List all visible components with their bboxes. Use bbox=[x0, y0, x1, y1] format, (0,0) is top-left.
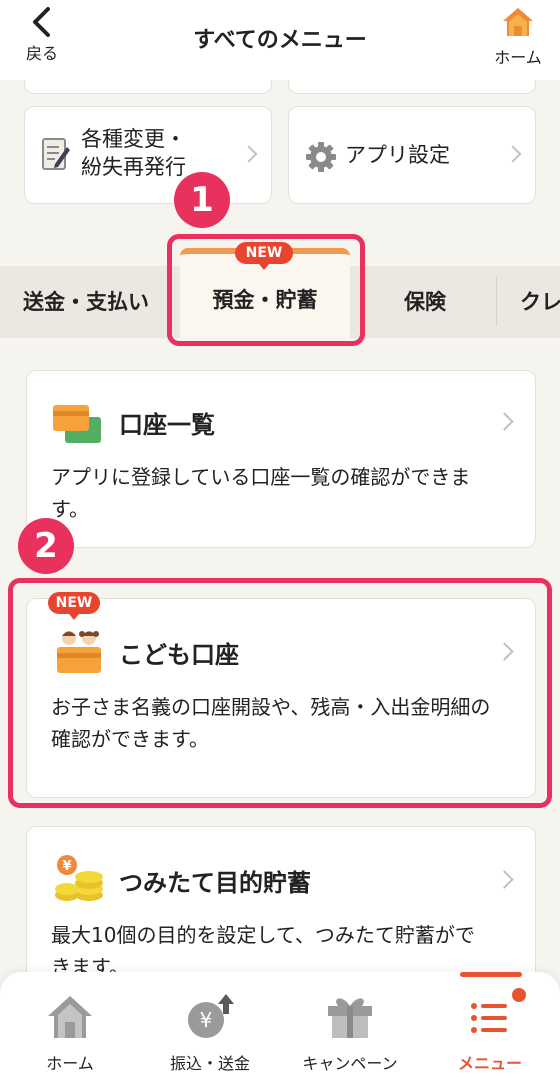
nav-menu[interactable]: メニュー bbox=[420, 972, 560, 1080]
menu-list-icon bbox=[471, 1003, 507, 1033]
settings-change-label: 各種変更・ 紛失再発行 bbox=[81, 127, 186, 179]
nav-active-indicator bbox=[460, 972, 522, 977]
home-label: ホーム bbox=[494, 48, 542, 67]
tab-credit[interactable]: クレ bbox=[504, 266, 560, 338]
document-edit-icon bbox=[42, 138, 70, 170]
bottom-navigation: ホーム ¥ 振込・送金 キャンペーン メニュー bbox=[0, 972, 560, 1080]
app-settings-label: アプリ設定 bbox=[345, 143, 450, 167]
app-settings-card[interactable]: アプリ設定 bbox=[288, 106, 536, 204]
home-icon bbox=[503, 8, 533, 36]
tab-insurance[interactable]: 保険 bbox=[360, 266, 490, 338]
transfer-icon: ¥ bbox=[188, 994, 234, 1038]
chevron-right-icon bbox=[495, 870, 514, 889]
home-button[interactable]: ホーム bbox=[488, 6, 548, 70]
step-number-1: 1 bbox=[174, 172, 230, 228]
new-badge: NEW bbox=[48, 592, 100, 620]
account-list-desc: アプリに登録している口座一覧の確認ができます。 bbox=[51, 465, 471, 521]
gear-icon bbox=[306, 142, 336, 172]
svg-text:¥: ¥ bbox=[200, 1008, 213, 1032]
page-title: すべてのメニュー bbox=[193, 28, 367, 53]
nav-transfer[interactable]: ¥ 振込・送金 bbox=[140, 972, 280, 1080]
nav-home[interactable]: ホーム bbox=[0, 972, 140, 1080]
accounts-cards-icon bbox=[53, 405, 101, 443]
nav-menu-label: メニュー bbox=[457, 1054, 522, 1073]
savings-goal-title: つみたて目的貯蓄 bbox=[119, 869, 311, 897]
home-icon bbox=[48, 996, 92, 1038]
step-number-2: 2 bbox=[18, 518, 74, 574]
nav-campaign[interactable]: キャンペーン bbox=[280, 972, 420, 1080]
coins-icon: ¥ bbox=[55, 855, 103, 901]
chevron-right-icon bbox=[240, 145, 258, 163]
new-badge: NEW bbox=[235, 242, 293, 270]
settings-change-card[interactable]: 各種変更・ 紛失再発行 bbox=[24, 106, 272, 204]
chevron-right-icon bbox=[504, 145, 522, 163]
notification-dot bbox=[512, 988, 526, 1002]
tab-divider bbox=[496, 276, 497, 326]
gift-icon bbox=[328, 998, 372, 1038]
account-list-card[interactable]: 口座一覧 アプリに登録している口座一覧の確認ができます。 bbox=[26, 370, 536, 548]
account-list-title: 口座一覧 bbox=[119, 411, 215, 439]
tab-transfer-payment[interactable]: 送金・支払い bbox=[0, 266, 172, 338]
nav-campaign-label: キャンペーン bbox=[302, 1054, 398, 1073]
nav-transfer-label: 振込・送金 bbox=[169, 1054, 250, 1073]
header: 戻る すべてのメニュー ホーム bbox=[0, 0, 560, 80]
nav-home-label: ホーム bbox=[46, 1054, 94, 1073]
svg-text:¥: ¥ bbox=[62, 859, 71, 874]
chevron-right-icon bbox=[495, 412, 514, 431]
